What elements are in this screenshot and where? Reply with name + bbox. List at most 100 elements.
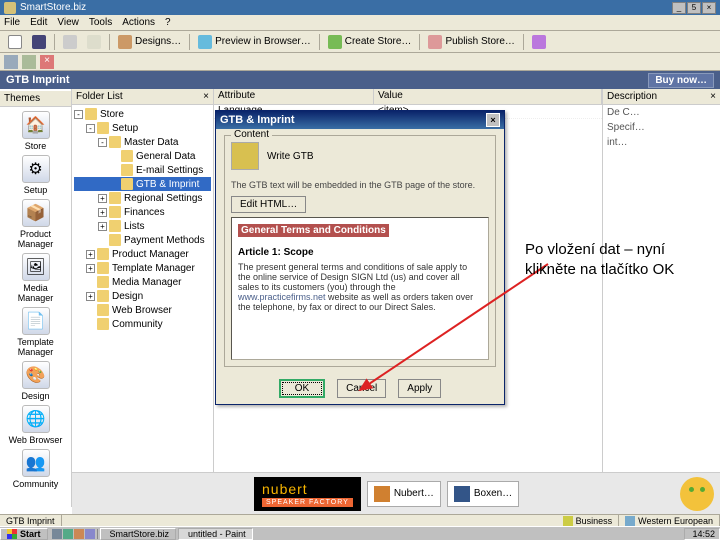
expand-icon[interactable]: + xyxy=(86,292,95,301)
dialog-close-button[interactable]: × xyxy=(486,113,500,127)
restore-button[interactable]: 5 xyxy=(687,2,701,14)
gtb-content-box[interactable]: General Terms and Conditions Article 1: … xyxy=(231,217,489,360)
windows-taskbar: Start SmartStore.biz untitled - Paint 14… xyxy=(0,526,720,540)
section-header: GTB Imprint Buy now… xyxy=(0,71,720,89)
tree-item-lists[interactable]: +Lists xyxy=(74,219,211,233)
expand-icon[interactable]: + xyxy=(98,208,107,217)
section-title: GTB Imprint xyxy=(6,74,70,86)
status-left: GTB Imprint xyxy=(0,515,62,526)
ql-icon-3[interactable] xyxy=(74,529,84,539)
tool-copy[interactable] xyxy=(59,33,81,51)
sidebar-item-media-manager[interactable]: 🖼Media Manager xyxy=(6,253,66,303)
tool-extra[interactable] xyxy=(528,33,550,51)
sidebar-item-store[interactable]: 🏠Store xyxy=(6,111,66,151)
sidebar-item-web-browser[interactable]: 🌐Web Browser xyxy=(6,405,66,445)
tool-paste[interactable] xyxy=(83,33,105,51)
tree-collapse-icon[interactable] xyxy=(4,55,18,69)
tree-item-web-browser[interactable]: Web Browser xyxy=(74,303,211,317)
folder-icon xyxy=(109,234,121,246)
tree-item-store[interactable]: -Store xyxy=(74,107,211,121)
system-tray[interactable]: 14:52 xyxy=(684,528,720,540)
menu-tools[interactable]: Tools xyxy=(89,17,112,28)
folder-tree[interactable]: -Store-Setup-Master DataGeneral DataE-ma… xyxy=(72,105,213,500)
preview-button[interactable]: Preview in Browser… xyxy=(194,33,315,51)
ql-icon-1[interactable] xyxy=(52,529,62,539)
folder-list-pane: Folder List × -Store-Setup-Master DataGe… xyxy=(72,89,214,507)
write-gtb-label: Write GTB xyxy=(267,151,313,162)
group-label: Content xyxy=(231,129,272,140)
quick-launch xyxy=(50,529,98,539)
tree-expand-icon[interactable] xyxy=(22,55,36,69)
menu-file[interactable]: File xyxy=(4,17,20,28)
description-close[interactable]: × xyxy=(710,91,716,102)
sidebar-icon: 🖼 xyxy=(22,253,50,281)
tree-item-design[interactable]: +Design xyxy=(74,289,211,303)
menu-edit[interactable]: Edit xyxy=(30,17,47,28)
sidebar-item-product-manager[interactable]: 📦Product Manager xyxy=(6,199,66,249)
expand-icon[interactable]: + xyxy=(86,264,95,273)
tree-item-gtb-imprint[interactable]: GTB & Imprint xyxy=(74,177,211,191)
menu-help[interactable]: ? xyxy=(165,17,171,28)
tree-item-finances[interactable]: +Finances xyxy=(74,205,211,219)
thumb-boxen[interactable]: Boxen… xyxy=(447,481,519,507)
col-attribute[interactable]: Attribute xyxy=(214,89,374,104)
cancel-button[interactable]: Cancel xyxy=(337,379,386,398)
folder-icon xyxy=(109,206,121,218)
buy-now-button[interactable]: Buy now… xyxy=(648,73,714,88)
sidebar-item-design[interactable]: 🎨Design xyxy=(6,361,66,401)
gtb-body-text: The present general terms and conditions… xyxy=(238,262,482,312)
status-encoding: Western European xyxy=(619,515,720,526)
tree-item-media-manager[interactable]: Media Manager xyxy=(74,275,211,289)
sidebar-tab[interactable]: Themes xyxy=(0,91,71,107)
apply-button[interactable]: Apply xyxy=(398,379,441,398)
dialog-titlebar[interactable]: GTB & Imprint × xyxy=(216,111,504,129)
windows-logo-icon xyxy=(7,529,17,539)
tree-item-payment-methods[interactable]: Payment Methods xyxy=(74,233,211,247)
sidebar-item-template-manager[interactable]: 📄Template Manager xyxy=(6,307,66,357)
folder-icon xyxy=(97,290,109,302)
folder-list-close[interactable]: × xyxy=(203,91,209,102)
task-paint[interactable]: untitled - Paint xyxy=(178,528,253,540)
create-store-button[interactable]: Create Store… xyxy=(324,33,416,51)
designs-button[interactable]: Designs… xyxy=(114,33,185,51)
expand-icon[interactable]: - xyxy=(86,124,95,133)
expand-icon[interactable]: + xyxy=(98,194,107,203)
close-button[interactable]: × xyxy=(702,2,716,14)
tree-item-master-data[interactable]: -Master Data xyxy=(74,135,211,149)
tree-item-setup[interactable]: -Setup xyxy=(74,121,211,135)
tree-item-e-mail-settings[interactable]: E-mail Settings xyxy=(74,163,211,177)
expand-icon[interactable]: - xyxy=(98,138,107,147)
app-icon xyxy=(4,2,16,14)
app-title: SmartStore.biz xyxy=(20,2,86,13)
start-button[interactable]: Start xyxy=(0,528,48,540)
minimize-button[interactable]: _ xyxy=(672,2,686,14)
thumb-nubert[interactable]: Nubert… xyxy=(367,481,441,507)
ql-icon-4[interactable] xyxy=(85,529,95,539)
tree-item-regional-settings[interactable]: +Regional Settings xyxy=(74,191,211,205)
tool-save[interactable] xyxy=(28,33,50,51)
tree-item-community[interactable]: Community xyxy=(74,317,211,331)
menu-actions[interactable]: Actions xyxy=(122,17,155,28)
menu-view[interactable]: View xyxy=(57,17,79,28)
expand-icon[interactable]: - xyxy=(74,110,83,119)
sidebar-item-community[interactable]: 👥Community xyxy=(6,449,66,489)
folder-icon xyxy=(109,136,121,148)
tree-item-template-manager[interactable]: +Template Manager xyxy=(74,261,211,275)
tree-item-product-manager[interactable]: +Product Manager xyxy=(74,247,211,261)
col-value[interactable]: Value xyxy=(374,89,602,104)
ql-icon-2[interactable] xyxy=(63,529,73,539)
expand-icon[interactable]: + xyxy=(86,250,95,259)
edit-html-button[interactable]: Edit HTML… xyxy=(231,196,306,213)
close-panel-icon[interactable]: × xyxy=(40,55,54,69)
ok-button[interactable]: OK xyxy=(279,379,325,398)
practicefirms-link[interactable]: www.practicefirms.net xyxy=(238,292,326,302)
nubert-ad[interactable]: nubert SPEAKER FACTORY xyxy=(254,477,361,511)
sidebar-icon: 🌐 xyxy=(22,405,50,433)
folder-icon xyxy=(121,164,133,176)
publish-store-button[interactable]: Publish Store… xyxy=(424,33,518,51)
expand-icon[interactable]: + xyxy=(98,222,107,231)
tree-item-general-data[interactable]: General Data xyxy=(74,149,211,163)
tool-new[interactable] xyxy=(4,33,26,51)
sidebar-item-setup[interactable]: ⚙Setup xyxy=(6,155,66,195)
task-smartstore[interactable]: SmartStore.biz xyxy=(100,528,177,540)
